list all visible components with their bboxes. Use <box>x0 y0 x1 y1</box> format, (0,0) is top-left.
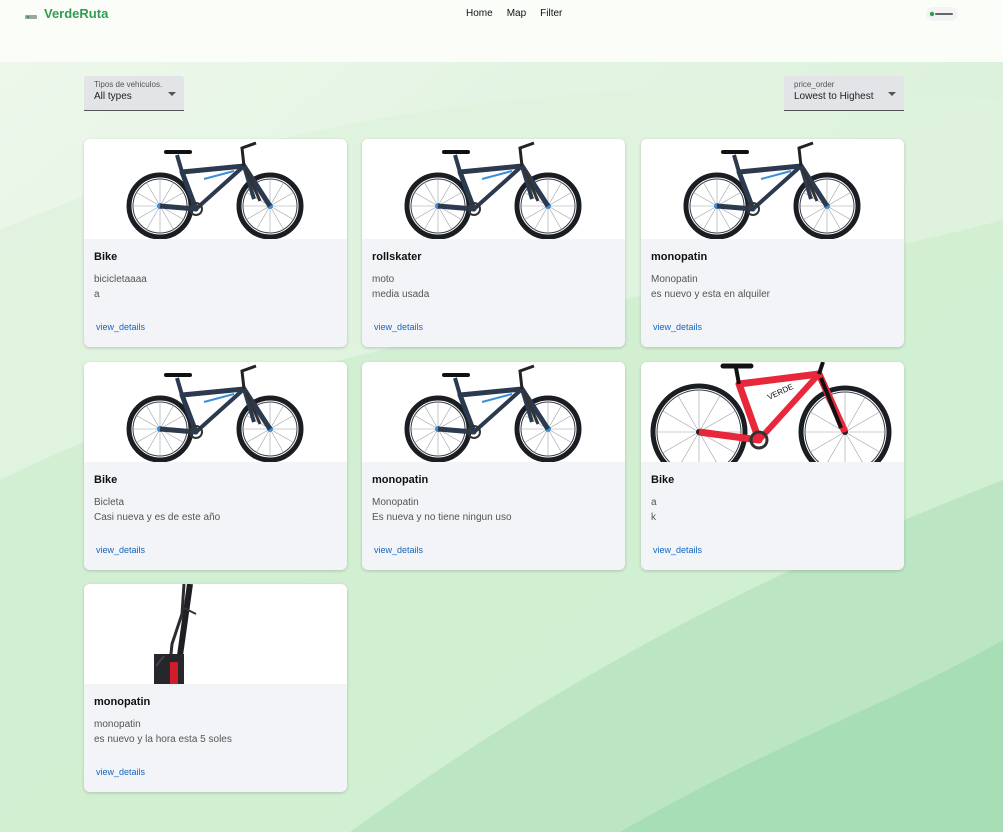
vehicle-detail: es nuevo y esta en alquiler <box>651 289 770 300</box>
vehicle-description: a <box>651 497 657 508</box>
vehicle-card[interactable]: Bike Bicleta Casi nueva y es de este año… <box>84 362 347 570</box>
vehicle-description: Monopatin <box>372 497 419 508</box>
avatar[interactable] <box>926 7 958 21</box>
view-details-link[interactable]: view_details <box>374 322 423 332</box>
vehicle-description: bicicletaaaa <box>94 274 147 285</box>
vehicle-card[interactable]: Bike bicicletaaaa a view_details <box>84 139 347 347</box>
vehicle-card[interactable]: monopatin Monopatin es nuevo y esta en a… <box>641 139 904 347</box>
vehicle-image <box>641 139 904 239</box>
brand-name: VerdeRuta <box>44 6 109 21</box>
vehicle-title: Bike <box>94 474 118 486</box>
vehicle-detail: Casi nueva y es de este año <box>94 512 221 523</box>
nav-home[interactable]: Home <box>466 8 493 19</box>
vehicle-title: rollskater <box>372 251 422 263</box>
vehicle-title: monopatin <box>651 251 708 263</box>
vehicle-image <box>84 584 347 684</box>
vehicle-card[interactable]: monopatin Monopatin Es nueva y no tiene … <box>362 362 625 570</box>
vehicle-type-label: Tipos de vehiculos. <box>94 80 163 89</box>
nav-filter[interactable]: Filter <box>540 8 562 19</box>
vehicle-description: monopatin <box>94 719 141 730</box>
vehicle-detail: media usada <box>372 289 430 300</box>
avatar-logo-icon <box>929 11 953 17</box>
main-nav: Home Map Filter <box>466 8 562 19</box>
vehicle-title: monopatin <box>94 696 151 708</box>
vehicle-title: Bike <box>94 251 118 263</box>
brand[interactable]: VerdeRuta <box>24 6 108 21</box>
vehicle-image: VERDE <box>641 362 904 462</box>
vehicle-image <box>84 139 347 239</box>
vehicle-card[interactable]: rollskater moto media usada view_details <box>362 139 625 347</box>
price-order-value: Lowest to Highest <box>794 91 874 102</box>
vehicle-title: monopatin <box>372 474 429 486</box>
vehicle-card[interactable]: VERDE Bike a k view_details <box>641 362 904 570</box>
vehicle-type-value: All types <box>94 91 132 102</box>
vehicle-title: Bike <box>651 474 675 486</box>
price-order-label: price_order <box>794 80 835 89</box>
vehicle-description: Monopatin <box>651 274 698 285</box>
vehicle-detail: Es nueva y no tiene ningun uso <box>372 512 512 523</box>
view-details-link[interactable]: view_details <box>653 322 702 332</box>
vehicle-card[interactable]: monopatin monopatin es nuevo y la hora e… <box>84 584 347 792</box>
vehicle-image <box>84 362 347 462</box>
vehicle-type-select[interactable]: Tipos de vehiculos. All types <box>84 76 184 111</box>
price-order-select[interactable]: price_order Lowest to Highest <box>784 76 904 111</box>
view-details-link[interactable]: view_details <box>96 322 145 332</box>
vehicle-description: moto <box>372 274 395 285</box>
view-details-link[interactable]: view_details <box>653 545 702 555</box>
vehicle-detail: a <box>94 289 100 300</box>
view-details-link[interactable]: view_details <box>374 545 423 555</box>
chevron-down-icon <box>888 92 896 96</box>
svg-text:VERDE: VERDE <box>766 382 795 402</box>
nav-map[interactable]: Map <box>507 8 526 19</box>
chevron-down-icon <box>168 92 176 96</box>
vehicle-detail: k <box>651 512 656 523</box>
top-app-bar: VerdeRuta Home Map Filter <box>0 0 1003 62</box>
view-details-link[interactable]: view_details <box>96 545 145 555</box>
vehicle-description: Bicleta <box>94 497 125 508</box>
vehicle-image <box>362 362 625 462</box>
vehicle-detail: es nuevo y la hora esta 5 soles <box>94 734 232 745</box>
vehicle-image <box>362 139 625 239</box>
brand-logo-icon <box>24 9 38 19</box>
view-details-link[interactable]: view_details <box>96 767 145 777</box>
